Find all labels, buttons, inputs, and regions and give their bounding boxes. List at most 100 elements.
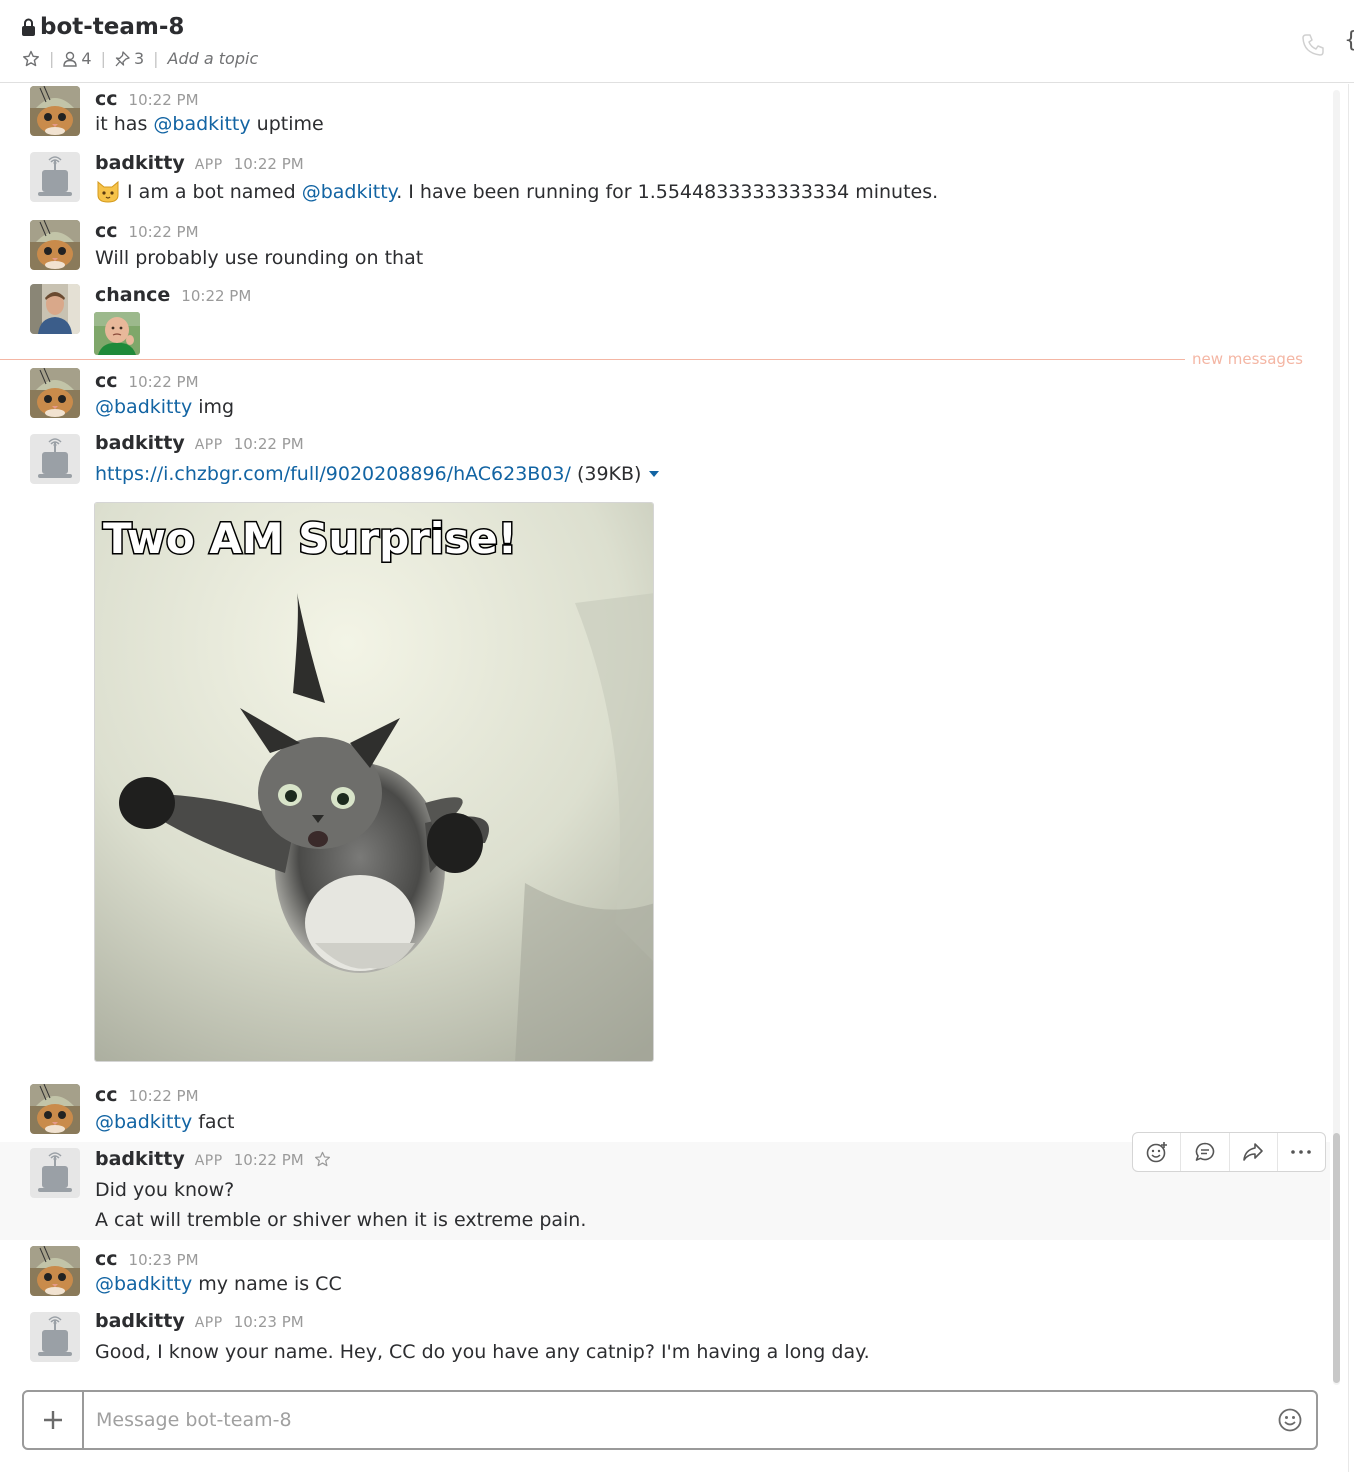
- message[interactable]: cc 10:23 PM @badkitty my name is CC: [0, 1244, 1330, 1306]
- message-text: it has @badkitty uptime: [95, 110, 324, 138]
- avatar[interactable]: [30, 284, 80, 334]
- timestamp[interactable]: 10:22 PM: [234, 155, 304, 173]
- timestamp[interactable]: 10:22 PM: [181, 287, 251, 305]
- timestamp[interactable]: 10:23 PM: [129, 1251, 199, 1269]
- divider: |: [49, 49, 55, 68]
- avatar[interactable]: [30, 220, 80, 270]
- scrollbar-thumb[interactable]: [1333, 1133, 1340, 1383]
- image-caption: Two AM Surprise!: [103, 514, 517, 563]
- pin-icon: [115, 50, 130, 66]
- sender-name[interactable]: badkitty: [95, 1310, 185, 1332]
- message-text: Good, I know your name. Hey, CC do you h…: [95, 1341, 870, 1363]
- text: fact: [192, 1111, 235, 1133]
- avatar[interactable]: [30, 1246, 80, 1296]
- pinned-button[interactable]: 3: [115, 49, 144, 68]
- channel-meta: | 4 | 3 | Add a topic: [22, 49, 258, 68]
- share-message-button[interactable]: [1230, 1133, 1278, 1171]
- message[interactable]: badkitty APP 10:22 PM Did you know? A ca…: [0, 1142, 1330, 1240]
- message[interactable]: badkitty APP 10:23 PM Good, I know your …: [0, 1308, 1330, 1374]
- members-button[interactable]: 4: [63, 49, 92, 68]
- lock-icon: [22, 18, 35, 36]
- message[interactable]: chance 10:22 PM: [0, 282, 1330, 358]
- timestamp[interactable]: 10:22 PM: [234, 435, 304, 453]
- avatar[interactable]: [30, 1312, 80, 1362]
- avatar[interactable]: [30, 152, 80, 202]
- app-badge: APP: [194, 1153, 223, 1169]
- app-badge: APP: [194, 157, 223, 173]
- share-icon: [1243, 1143, 1263, 1161]
- message-text: https://i.chzbgr.com/full/9020208896/hAC…: [95, 460, 660, 488]
- message-text: @badkitty my name is CC: [95, 1270, 342, 1298]
- add-topic-link[interactable]: Add a topic: [168, 49, 259, 68]
- avatar[interactable]: [30, 86, 80, 136]
- new-messages-divider: [0, 359, 1185, 360]
- custom-emoji-image[interactable]: [94, 312, 140, 355]
- sender-name[interactable]: badkitty: [95, 432, 185, 454]
- pinned-count: 3: [133, 49, 145, 68]
- text: img: [192, 396, 235, 418]
- app-badge: APP: [194, 437, 223, 453]
- add-reaction-icon: [1146, 1142, 1167, 1163]
- avatar[interactable]: [30, 434, 80, 484]
- timestamp[interactable]: 10:22 PM: [129, 91, 199, 109]
- more-actions-button[interactable]: [1278, 1133, 1325, 1171]
- app-badge: APP: [194, 1315, 223, 1331]
- avatar[interactable]: [30, 368, 80, 418]
- mention[interactable]: @badkitty: [95, 1111, 192, 1133]
- sender-name[interactable]: cc: [95, 370, 118, 392]
- avatar[interactable]: [30, 1084, 80, 1134]
- message[interactable]: cc 10:22 PM it has @badkitty uptime: [0, 84, 1330, 146]
- timestamp[interactable]: 10:22 PM: [129, 223, 199, 241]
- message-line: A cat will tremble or shiver when it is …: [95, 1209, 587, 1231]
- timestamp[interactable]: 10:22 PM: [129, 373, 199, 391]
- message-input[interactable]: [96, 1400, 1264, 1440]
- message[interactable]: cc 10:22 PM Will probably use rounding o…: [0, 216, 1330, 280]
- attach-button[interactable]: [24, 1392, 84, 1448]
- sender-name[interactable]: chance: [95, 284, 170, 306]
- divider: |: [100, 49, 106, 68]
- add-reaction-button[interactable]: [1133, 1133, 1182, 1171]
- text: it has: [95, 113, 154, 135]
- channel-details-icon[interactable]: {: [1344, 28, 1354, 53]
- image-link[interactable]: https://i.chzbgr.com/full/9020208896/hAC…: [95, 463, 571, 485]
- message-text: @badkitty fact: [95, 1108, 234, 1136]
- plus-icon: [44, 1411, 62, 1429]
- emoji-icon: [1278, 1408, 1302, 1432]
- timestamp[interactable]: 10:23 PM: [234, 1313, 304, 1331]
- thread-icon: [1195, 1142, 1215, 1161]
- sender-name[interactable]: badkitty: [95, 1148, 185, 1170]
- text: . I have been running for 1.554483333333…: [396, 181, 939, 203]
- message[interactable]: badkitty APP 10:22 PM I am a bot named @…: [0, 148, 1330, 214]
- sender-name[interactable]: cc: [95, 88, 118, 110]
- message-actions: [1132, 1132, 1326, 1172]
- timestamp[interactable]: 10:22 PM: [234, 1151, 304, 1169]
- sender-name[interactable]: cc: [95, 220, 118, 242]
- sender-name[interactable]: cc: [95, 1084, 118, 1106]
- message[interactable]: cc 10:22 PM @badkitty fact: [0, 1080, 1330, 1140]
- channel-title[interactable]: bot-team-8: [22, 14, 184, 40]
- side-panel-edge: [1348, 84, 1354, 1472]
- sender-name[interactable]: badkitty: [95, 152, 185, 174]
- call-icon[interactable]: [1300, 32, 1326, 58]
- more-icon: [1291, 1150, 1312, 1154]
- avatar[interactable]: [30, 1148, 80, 1198]
- collapse-toggle-icon[interactable]: [648, 469, 660, 479]
- mention[interactable]: @badkitty: [302, 181, 396, 203]
- mention[interactable]: @badkitty: [95, 1273, 192, 1295]
- text: I am a bot named: [121, 181, 302, 203]
- timestamp[interactable]: 10:22 PM: [129, 1087, 199, 1105]
- mention[interactable]: @badkitty: [95, 396, 192, 418]
- sender-name[interactable]: cc: [95, 1248, 118, 1270]
- message-composer: [22, 1390, 1318, 1450]
- star-message-icon[interactable]: [314, 1151, 331, 1168]
- message[interactable]: cc 10:22 PM @badkitty img: [0, 366, 1330, 428]
- emoji-button[interactable]: [1264, 1407, 1316, 1433]
- members-count: 4: [81, 49, 92, 68]
- star-icon[interactable]: [22, 50, 40, 68]
- channel-name: bot-team-8: [40, 14, 185, 40]
- attached-image[interactable]: Two AM Surprise!: [94, 502, 654, 1062]
- mention[interactable]: @badkitty: [153, 113, 250, 135]
- message-text: Will probably use rounding on that: [95, 247, 424, 269]
- start-thread-button[interactable]: [1181, 1133, 1230, 1171]
- file-size: (39KB): [576, 463, 642, 485]
